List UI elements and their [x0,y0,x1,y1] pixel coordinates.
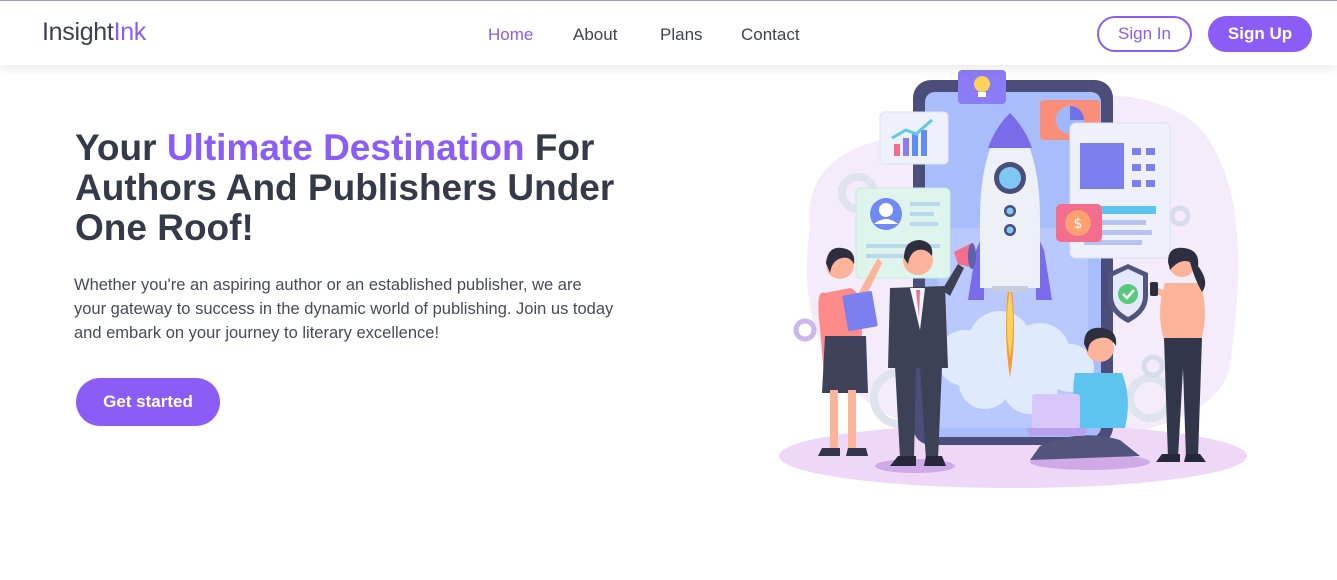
hero-illustration-svg: $ [779,70,1247,488]
hero-title: Your Ultimate Destination For Authors An… [75,128,635,248]
nav-link-contact[interactable]: Contact [741,25,800,45]
get-started-button[interactable]: Get started [76,378,220,426]
hero-description: Whether you're an aspiring author or an … [74,276,614,342]
svg-text:$: $ [1074,216,1083,232]
sign-in-button[interactable]: Sign In [1097,16,1192,52]
hero-title-accent: Ultimate Destination [166,127,525,168]
phone-icon [1150,282,1158,296]
sign-up-button[interactable]: Sign Up [1208,16,1312,52]
profile-card-icon [855,187,951,279]
hero-title-start: Your [75,127,167,168]
hero-illustration: $ [770,68,1260,493]
nav-link-plans[interactable]: Plans [660,25,703,45]
nav-link-home[interactable]: Home [488,25,533,45]
nav-link-about[interactable]: About [573,25,617,45]
laptop-icon [1032,394,1080,428]
navbar: InsightInk Home About Plans Contact Sign… [0,0,1337,65]
